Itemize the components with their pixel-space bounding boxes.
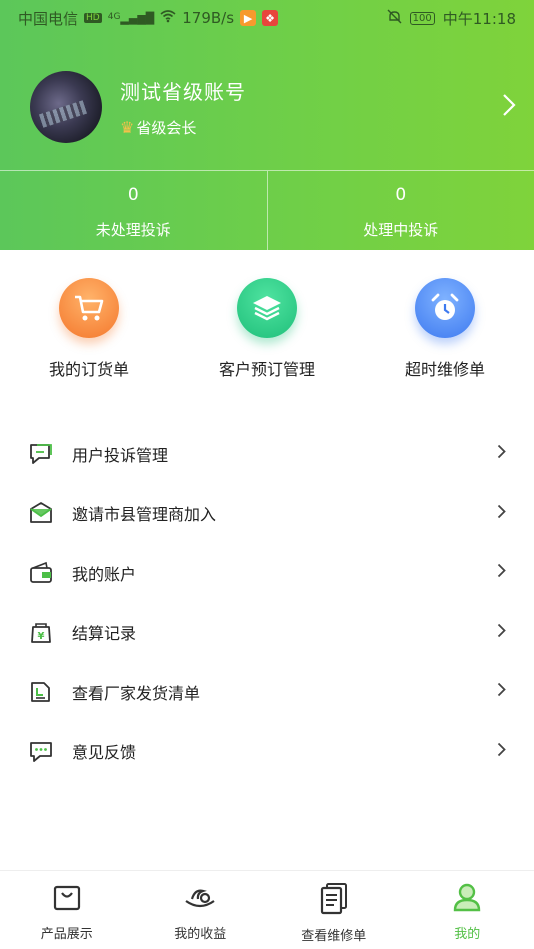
tab-repair-orders[interactable]: 查看维修单 (267, 871, 401, 949)
quick-action-label: 我的订货单 (48, 360, 129, 379)
quick-action-customer-booking[interactable]: 客户预订管理 (178, 278, 356, 380)
tab-label: 我的 (454, 927, 481, 942)
earnings-icon (183, 881, 217, 917)
tab-earnings[interactable]: 我的收益 (134, 871, 268, 949)
signal-icon: 4G▂▄▆█ (107, 11, 155, 25)
chevron-right-icon (497, 562, 506, 583)
avatar[interactable] (30, 71, 102, 143)
chevron-right-icon (497, 443, 506, 464)
cart-icon (59, 278, 119, 338)
stat-label: 处理中投诉 (363, 221, 439, 239)
shopping-bag-icon (51, 881, 83, 917)
battery-icon: 100 (409, 11, 435, 25)
menu-label: 用户投诉管理 (72, 445, 169, 465)
chevron-right-icon (497, 622, 506, 643)
menu-item-my-account[interactable]: 我的账户 (0, 543, 534, 603)
tab-label: 查看维修单 (301, 929, 367, 944)
gift-app-icon: ❖ (262, 10, 279, 26)
stat-value: 0 (395, 185, 407, 205)
user-icon (451, 881, 483, 917)
profile-card[interactable]: 测试省级账号 ♛ 省级会长 (30, 67, 520, 147)
chevron-right-icon (497, 741, 506, 762)
wifi-icon (160, 9, 176, 27)
bottom-tab-bar: 产品展示 我的收益 查看维修单 我的 (0, 870, 534, 949)
mute-bell-icon (387, 9, 402, 28)
status-bar: 中国电信 HD 4G▂▄▆█ 179B/s ▶ ❖ 100 中午11:18 (0, 0, 534, 36)
clock-time: 中午11:18 (442, 9, 516, 28)
chevron-right-icon (497, 681, 506, 702)
menu-label: 意见反馈 (72, 743, 137, 763)
quick-action-label: 客户预订管理 (218, 360, 315, 379)
network-type: 4G (107, 11, 121, 22)
stat-value: 0 (127, 185, 139, 205)
menu-item-complaint-management[interactable]: 用户投诉管理 (0, 424, 534, 484)
quick-action-label: 超时维修单 (404, 360, 485, 379)
document-list-icon (318, 881, 350, 919)
invite-envelope-icon (28, 500, 54, 526)
quick-actions: 我的订货单 客户预订管理 超时维修单 (0, 278, 534, 380)
profile-role: 省级会长 (136, 119, 197, 137)
tab-label: 我的收益 (174, 927, 227, 942)
video-app-icon: ▶ (240, 10, 257, 26)
complaint-chat-icon (28, 441, 54, 467)
menu-label: 查看厂家发货清单 (72, 683, 201, 703)
complaint-stats: 0 未处理投诉 0 处理中投诉 (0, 170, 534, 250)
carrier-label: 中国电信 (18, 9, 79, 28)
tab-products[interactable]: 产品展示 (0, 871, 134, 949)
yen-bag-icon: ¥ (28, 619, 54, 645)
chevron-right-icon[interactable] (502, 90, 516, 125)
menu-list: 用户投诉管理 邀请市县管理商加入 我的账户 ¥ 结算记录 查看厂家发货清单 意见… (0, 424, 534, 781)
quick-action-overdue-repairs[interactable]: 超时维修单 (356, 278, 534, 380)
alarm-clock-icon (415, 278, 475, 338)
menu-label: 我的账户 (72, 564, 137, 584)
stat-label: 未处理投诉 (95, 221, 171, 239)
network-speed: 179B/s (182, 9, 235, 27)
stat-processing-complaints[interactable]: 0 处理中投诉 (266, 171, 534, 250)
menu-item-feedback[interactable]: 意见反馈 (0, 722, 534, 782)
feedback-message-icon (28, 738, 54, 764)
hd-badge: HD (84, 13, 102, 23)
stat-unprocessed-complaints[interactable]: 0 未处理投诉 (0, 171, 267, 250)
quick-action-my-orders[interactable]: 我的订货单 (0, 278, 178, 380)
crown-icon: ♛ (120, 118, 135, 137)
profile-header: 中国电信 HD 4G▂▄▆█ 179B/s ▶ ❖ 100 中午11:18 测试… (0, 0, 534, 250)
chevron-right-icon (497, 503, 506, 524)
menu-label: 结算记录 (72, 624, 137, 644)
shipping-list-icon (28, 679, 54, 705)
menu-item-invite-managers[interactable]: 邀请市县管理商加入 (0, 484, 534, 544)
svg-text:¥: ¥ (38, 631, 45, 642)
menu-item-settlement-records[interactable]: ¥ 结算记录 (0, 603, 534, 663)
menu-label: 邀请市县管理商加入 (72, 505, 217, 525)
tab-mine[interactable]: 我的 (401, 871, 534, 949)
tab-label: 产品展示 (40, 927, 93, 942)
menu-item-factory-shipping-list[interactable]: 查看厂家发货清单 (0, 662, 534, 722)
profile-name: 测试省级账号 (120, 80, 246, 104)
wallet-icon (28, 560, 54, 586)
layers-icon (237, 278, 297, 338)
